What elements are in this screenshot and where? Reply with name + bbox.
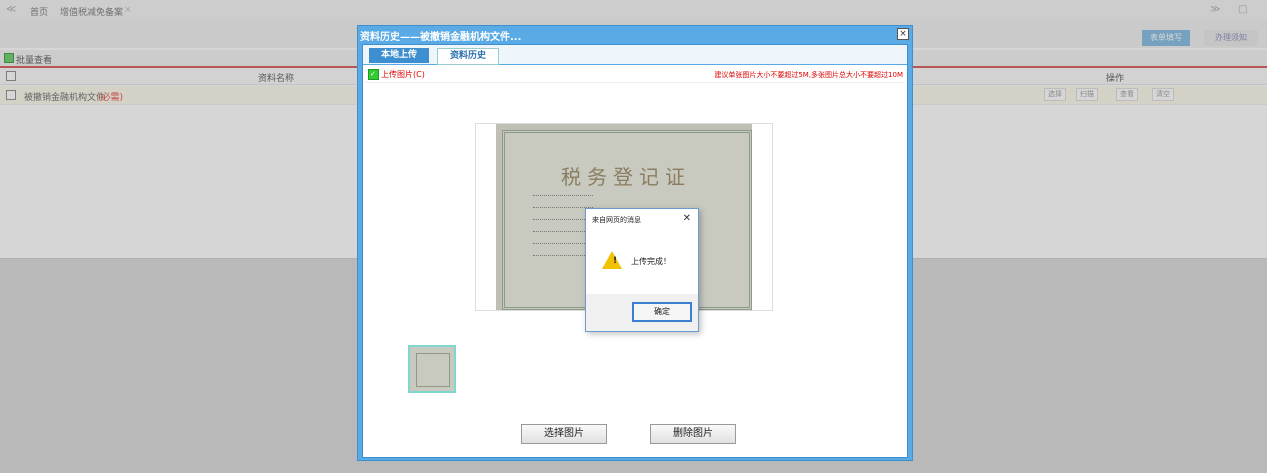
certificate-title: 税务登记证: [561, 165, 691, 189]
message-title: 来自网页的消息: [592, 216, 641, 224]
message-footer: 确定: [586, 294, 698, 331]
upload-check-icon[interactable]: ✓: [368, 69, 379, 80]
message-text: 上传完成！: [631, 257, 671, 266]
image-thumbnail[interactable]: [408, 345, 456, 393]
tab-local-upload[interactable]: 本地上传: [369, 48, 429, 63]
tab-history[interactable]: 资料历史: [437, 48, 499, 65]
dialog-title: 资料历史——被撤销金融机构文件...: [360, 32, 522, 43]
upload-header: ✓ 上传图片(C) 建议单张图片大小不要超过5M,多张图片总大小不要超过10M: [365, 68, 905, 83]
message-box: 来自网页的消息 ✕ ! 上传完成！ 确定: [585, 208, 699, 332]
upload-size-note: 建议单张图片大小不要超过5M,多张图片总大小不要超过10M: [714, 71, 903, 79]
select-image-button[interactable]: 选择图片: [521, 424, 607, 444]
upload-label[interactable]: 上传图片(C): [381, 69, 425, 80]
dialog-close-icon[interactable]: ×: [897, 28, 909, 40]
delete-image-button[interactable]: 删除图片: [650, 424, 736, 444]
ok-button[interactable]: 确定: [632, 302, 692, 322]
dialog-tabs: 本地上传 资料历史: [363, 45, 907, 65]
warning-icon: [602, 251, 622, 269]
message-close-icon[interactable]: ✕: [683, 213, 691, 224]
